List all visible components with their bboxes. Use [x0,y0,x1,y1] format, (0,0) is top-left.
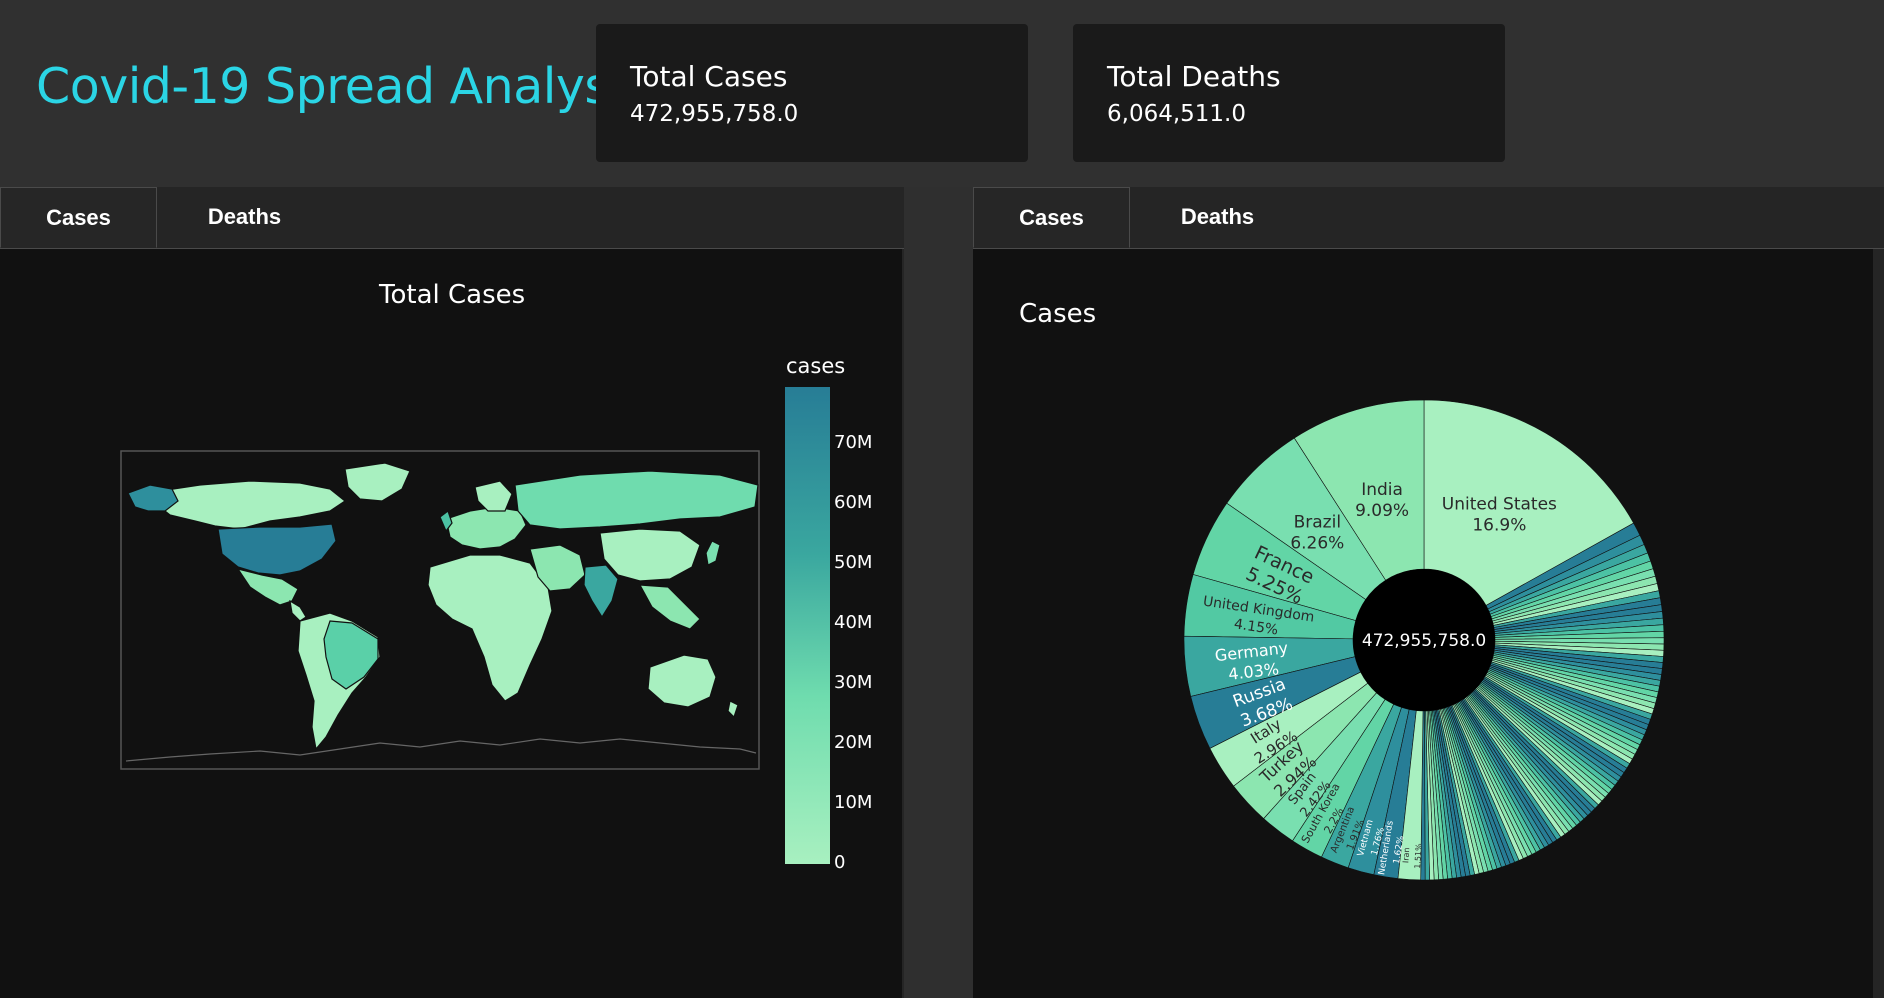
total-deaths-card: Total Deaths 6,064,511.0 [1073,24,1505,162]
donut-slice-percent: 16.9% [1472,516,1526,536]
colorbar-title: cases [786,354,846,378]
colorbar-tick: 50M [834,552,873,573]
donut-slice-percent: 1.51% [1413,843,1424,869]
app-title: Covid-19 Spread Analysis [36,58,648,115]
tab-deaths-left[interactable]: Deaths [157,187,332,248]
tab-deaths-right[interactable]: Deaths [1130,187,1305,248]
colorbar-tick: 60M [834,492,873,513]
map-chart-area: Total Cases cases 70M 60M 50M 40M 30M 20… [0,249,902,998]
pie-chart-area: Cases 472,955,758.0 United States 16.9% Ind… [973,249,1873,998]
tab-cases-left[interactable]: Cases [0,187,157,248]
total-cases-value: 472,955,758.0 [630,101,799,127]
left-panel: Cases Deaths Total Cases cases 70M 60M 5… [0,187,904,998]
donut-slice-label: Brazil [1294,512,1341,532]
colorbar [785,387,830,864]
donut-slice-percent: 6.26% [1290,533,1344,553]
tab-cases-right[interactable]: Cases [973,187,1130,248]
header: Covid-19 Spread Analysis Total Cases 472… [0,0,1884,187]
world-map-svg [120,387,830,864]
right-panel: Cases Deaths Cases 472,955,758.0 United S… [973,187,1884,998]
total-deaths-label: Total Deaths [1107,60,1281,93]
right-tab-bar: Cases Deaths [973,187,1884,249]
donut-slice-percent: 9.09% [1355,501,1409,521]
colorbar-tick: 10M [834,792,873,813]
total-cases-label: Total Cases [630,60,788,93]
colorbar-tick: 30M [834,672,873,693]
donut-slice-label: India [1361,480,1403,500]
donut-slice-label: Iran [1401,847,1411,863]
colorbar-tick: 0 [834,852,846,873]
total-cases-card: Total Cases 472,955,758.0 [596,24,1028,162]
donut-center-label: 472,955,758.0 [1362,631,1486,651]
left-tab-bar: Cases Deaths [0,187,904,249]
total-deaths-value: 6,064,511.0 [1107,101,1246,127]
colorbar-tick: 20M [834,732,873,753]
donut-chart-svg: 472,955,758.0 United States16.9% India9.09… [1183,399,1665,881]
colorbar-tick: 70M [834,432,873,453]
colorbar-tick: 40M [834,612,873,633]
donut-slice-label: United States [1442,495,1557,515]
